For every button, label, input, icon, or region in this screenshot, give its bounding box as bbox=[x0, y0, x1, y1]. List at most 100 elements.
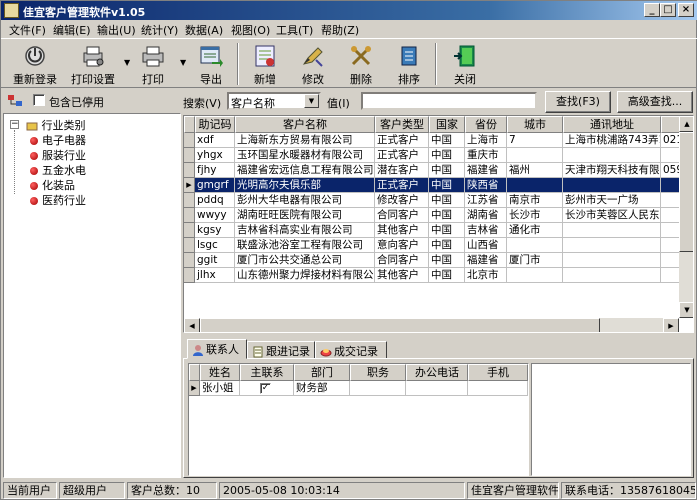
sort-button[interactable]: 排序 bbox=[389, 42, 429, 86]
contact-mobile-cell[interactable] bbox=[468, 381, 528, 396]
cell-type[interactable]: 正式客户 bbox=[375, 133, 429, 148]
edit-button[interactable]: 修改 bbox=[293, 42, 333, 86]
column-header-country[interactable]: 国家 bbox=[429, 116, 465, 133]
cell-province[interactable]: 吉林省 bbox=[465, 223, 507, 238]
cell-code[interactable]: gmgrf bbox=[195, 178, 235, 193]
cell-province[interactable]: 福建省 bbox=[465, 163, 507, 178]
close-window-button[interactable]: × bbox=[678, 3, 694, 17]
tree-item-hardware[interactable]: 五金水电 bbox=[30, 162, 86, 178]
cell-type[interactable]: 合同客户 bbox=[375, 253, 429, 268]
menu-statistics[interactable]: 统计(Y) bbox=[141, 22, 178, 38]
cell-country[interactable]: 中国 bbox=[429, 268, 465, 283]
cell-city[interactable]: 7 bbox=[507, 133, 563, 148]
cell-code[interactable]: fjhy bbox=[195, 163, 235, 178]
column-header-department[interactable]: 部门 bbox=[294, 364, 350, 381]
cell-code[interactable]: jlhx bbox=[195, 268, 235, 283]
search-field-select[interactable]: 客户名称 ▼ bbox=[227, 92, 321, 110]
column-header-office-phone[interactable]: 办公电话 bbox=[406, 364, 468, 381]
cell-name[interactable]: 光明高尔夫俱乐部 bbox=[235, 178, 375, 193]
scroll-left-icon[interactable]: ◀ bbox=[184, 318, 200, 332]
scroll-thumb[interactable] bbox=[679, 132, 693, 252]
find-button[interactable]: 查找(F3) bbox=[545, 91, 611, 113]
cell-name[interactable]: 上海新东方贸易有限公司 bbox=[235, 133, 375, 148]
cell-city[interactable] bbox=[507, 268, 563, 283]
cell-extra[interactable] bbox=[661, 268, 681, 283]
column-header-name[interactable]: 客户名称 bbox=[235, 116, 375, 133]
cell-code[interactable]: ggit bbox=[195, 253, 235, 268]
tree-item-pharma[interactable]: 医药行业 bbox=[30, 192, 86, 208]
column-header-contact-name[interactable]: 姓名 bbox=[200, 364, 240, 381]
cell-address[interactable] bbox=[563, 223, 661, 238]
column-header-province[interactable]: 省份 bbox=[465, 116, 507, 133]
cell-code[interactable]: pddq bbox=[195, 193, 235, 208]
cell-address[interactable] bbox=[563, 148, 661, 163]
row-indicator[interactable]: ▶ bbox=[184, 178, 195, 193]
column-header-primary[interactable]: 主联系 bbox=[240, 364, 294, 381]
grid-horizontal-scrollbar[interactable]: ◀ ▶ bbox=[184, 318, 679, 332]
cell-city[interactable] bbox=[507, 148, 563, 163]
cell-country[interactable]: 中国 bbox=[429, 253, 465, 268]
minimize-button[interactable]: _ bbox=[644, 3, 660, 17]
cell-address[interactable] bbox=[563, 178, 661, 193]
cell-country[interactable]: 中国 bbox=[429, 148, 465, 163]
cell-city[interactable] bbox=[507, 178, 563, 193]
cell-address[interactable] bbox=[563, 238, 661, 253]
cell-country[interactable]: 中国 bbox=[429, 193, 465, 208]
cell-province[interactable]: 陕西省 bbox=[465, 178, 507, 193]
menu-edit[interactable]: 编辑(E) bbox=[53, 22, 91, 38]
scroll-thumb[interactable] bbox=[200, 318, 600, 332]
cell-province[interactable]: 山西省 bbox=[465, 238, 507, 253]
cell-province[interactable]: 湖南省 bbox=[465, 208, 507, 223]
cell-name[interactable]: 福建省宏远信息工程有限公司 bbox=[235, 163, 375, 178]
cell-type[interactable]: 合同客户 bbox=[375, 208, 429, 223]
cell-address[interactable] bbox=[563, 268, 661, 283]
tree-item-cosmetics[interactable]: 化装品 bbox=[30, 177, 75, 193]
close-button[interactable]: 关闭 bbox=[443, 42, 487, 86]
cell-extra[interactable] bbox=[661, 193, 681, 208]
print-button[interactable]: 打印 bbox=[133, 42, 173, 86]
column-header-city[interactable]: 城市 bbox=[507, 116, 563, 133]
contact-primary-cell[interactable]: ✓ bbox=[240, 381, 294, 396]
row-indicator[interactable] bbox=[184, 193, 195, 208]
cell-extra[interactable] bbox=[661, 148, 681, 163]
export-button[interactable]: 导出 bbox=[191, 42, 231, 86]
cell-extra[interactable] bbox=[661, 238, 681, 253]
cell-name[interactable]: 湖南旺旺医院有限公司 bbox=[235, 208, 375, 223]
tree-item-electronics[interactable]: 电子电器 bbox=[30, 132, 86, 148]
cell-extra[interactable]: 059 bbox=[661, 163, 681, 178]
tab-contacts[interactable]: 联系人 bbox=[187, 339, 247, 359]
cell-country[interactable]: 中国 bbox=[429, 163, 465, 178]
print-dropdown[interactable]: ▼ bbox=[175, 42, 186, 86]
grid-vertical-scrollbar[interactable]: ▲ ▼ bbox=[679, 116, 693, 318]
row-indicator[interactable] bbox=[184, 238, 195, 253]
cell-type[interactable]: 潜在客户 bbox=[375, 163, 429, 178]
tab-deals[interactable]: 成交记录 bbox=[315, 341, 387, 359]
cell-province[interactable]: 上海市 bbox=[465, 133, 507, 148]
cell-type[interactable]: 意向客户 bbox=[375, 238, 429, 253]
cell-city[interactable]: 福州 bbox=[507, 163, 563, 178]
add-button[interactable]: 新增 bbox=[245, 42, 285, 86]
contact-name-cell[interactable]: 张小姐 bbox=[200, 381, 240, 396]
search-value-input[interactable] bbox=[361, 92, 537, 110]
cell-country[interactable]: 中国 bbox=[429, 208, 465, 223]
cell-extra[interactable]: 021 bbox=[661, 133, 681, 148]
column-header-code[interactable]: 助记码 bbox=[195, 116, 235, 133]
cell-name[interactable]: 联盛泳池浴室工程有限公司 bbox=[235, 238, 375, 253]
row-indicator[interactable] bbox=[184, 163, 195, 178]
print-setup-dropdown[interactable]: ▼ bbox=[119, 42, 130, 86]
column-header-address[interactable]: 通讯地址 bbox=[563, 116, 661, 133]
cell-country[interactable]: 中国 bbox=[429, 238, 465, 253]
cell-address[interactable] bbox=[563, 253, 661, 268]
cell-country[interactable]: 中国 bbox=[429, 133, 465, 148]
cell-country[interactable]: 中国 bbox=[429, 223, 465, 238]
cell-city[interactable] bbox=[507, 238, 563, 253]
contact-position-cell[interactable] bbox=[350, 381, 406, 396]
cell-name[interactable]: 吉林省科高实业有限公司 bbox=[235, 223, 375, 238]
cell-address[interactable]: 天津市翔天科技有限公司 bbox=[563, 163, 661, 178]
cell-province[interactable]: 江苏省 bbox=[465, 193, 507, 208]
cell-city[interactable]: 通化市 bbox=[507, 223, 563, 238]
include-disabled-checkbox[interactable] bbox=[33, 94, 45, 106]
row-indicator[interactable] bbox=[184, 133, 195, 148]
scroll-down-icon[interactable]: ▼ bbox=[679, 302, 693, 318]
cell-code[interactable]: yhgx bbox=[195, 148, 235, 163]
